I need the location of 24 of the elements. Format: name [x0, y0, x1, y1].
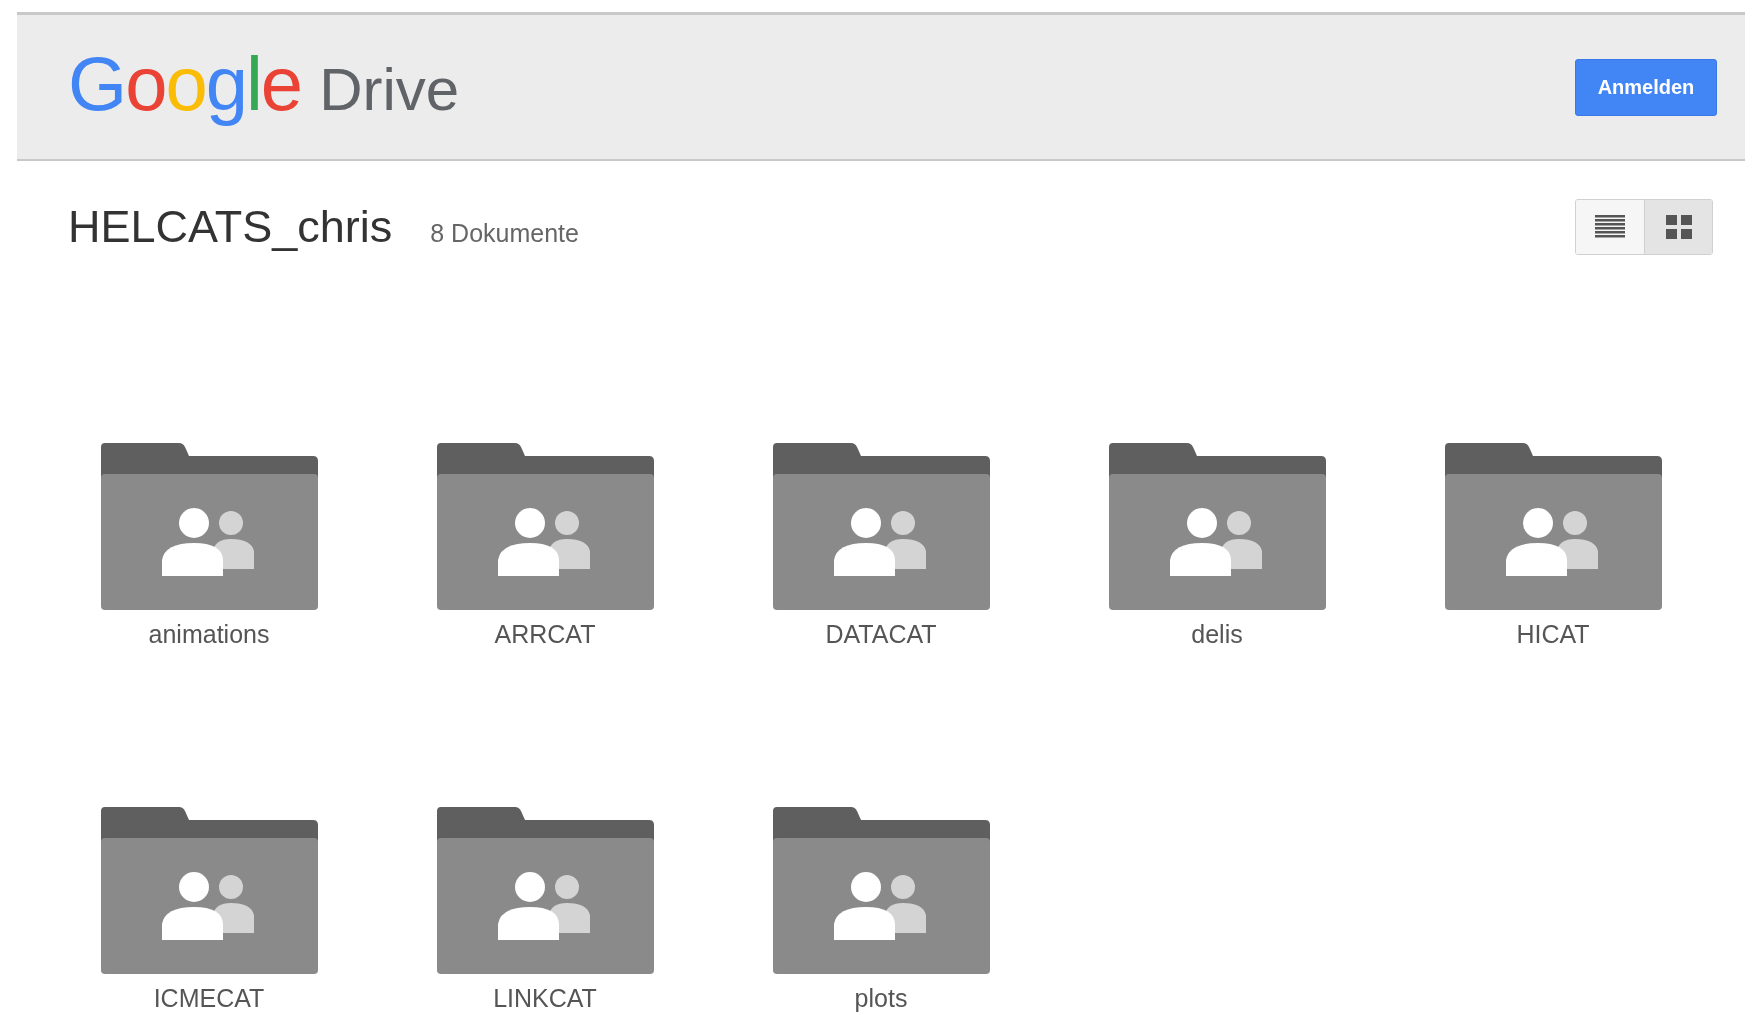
view-toggle-button[interactable]: [1644, 200, 1712, 254]
shared-folder-icon[interactable]: [100, 807, 318, 975]
folder-name[interactable]: animations: [148, 621, 270, 648]
shared-folder-icon[interactable]: [1108, 443, 1326, 610]
product-name: Drive: [319, 60, 460, 120]
folder-name[interactable]: plots: [854, 985, 908, 1012]
shared-folder-icon[interactable]: [772, 443, 990, 610]
folder-name[interactable]: ICMECAT: [153, 985, 265, 1012]
document-count: 8 Dokumente: [430, 219, 579, 248]
list-view-icon: [1595, 215, 1625, 239]
folder-name[interactable]: LINKCAT: [493, 985, 597, 1012]
sign-in-button[interactable]: Anmelden: [1575, 58, 1717, 116]
shared-folder-icon[interactable]: [436, 807, 654, 975]
folder-name[interactable]: delis: [1191, 621, 1243, 648]
folder-name[interactable]: DATACAT: [825, 621, 937, 648]
folder-name[interactable]: HICAT: [1516, 621, 1590, 648]
shared-folder-icon[interactable]: [100, 443, 318, 610]
shared-folder-icon[interactable]: [436, 443, 654, 610]
shared-folder-icon[interactable]: [1444, 443, 1662, 610]
folder-name[interactable]: ARRCAT: [494, 621, 596, 648]
view-toggle-button[interactable]: [1576, 200, 1644, 254]
folder-title: HELCATS_chris: [68, 201, 393, 253]
shared-folder-icon[interactable]: [772, 807, 990, 975]
grid-view-icon: [1665, 215, 1692, 239]
